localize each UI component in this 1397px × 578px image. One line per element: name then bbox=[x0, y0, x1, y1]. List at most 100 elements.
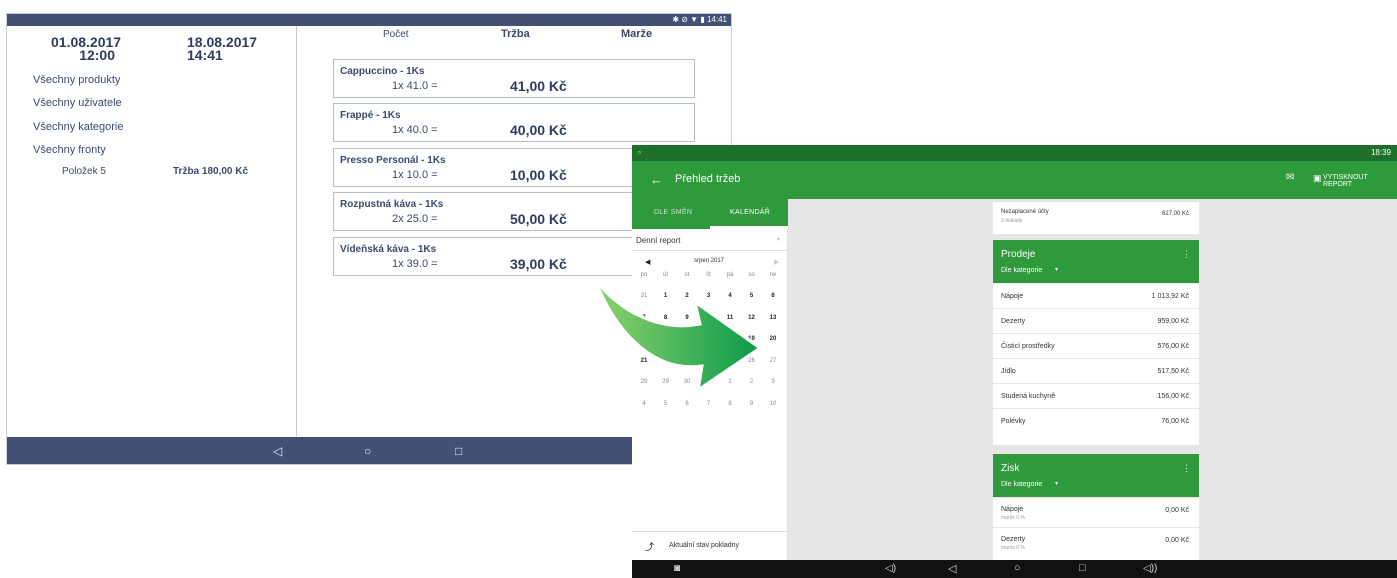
filter-queues[interactable]: Všechny fronty bbox=[33, 144, 106, 156]
print-icon: ▣ bbox=[1313, 173, 1322, 183]
unpaid-value: 627,00 Kč bbox=[1161, 211, 1189, 217]
card-qty: 1x 41.0 = bbox=[392, 80, 438, 92]
report-select[interactable]: Denní report ▾ bbox=[632, 229, 787, 251]
row-value: 0,00 Kč bbox=[1165, 537, 1189, 544]
filter-products[interactable]: Všechny produkty bbox=[33, 74, 120, 86]
unpaid-card[interactable]: Nezaplacené účty 2 doklady 627,00 Kč bbox=[993, 202, 1199, 234]
transition-arrow-icon bbox=[593, 279, 763, 392]
card-price: 10,00 Kč bbox=[510, 167, 567, 183]
back-icon[interactable]: ◁ bbox=[948, 562, 956, 575]
items-count: Položek 5 bbox=[62, 166, 106, 177]
navigation-bar: ◙ ◁) ◁ ○ □ ◁)) bbox=[632, 560, 1397, 578]
date-from-time: 12:00 bbox=[79, 47, 115, 63]
page-title: Přehled tržeb bbox=[675, 173, 741, 185]
home-icon[interactable]: ○ bbox=[1014, 562, 1021, 574]
card-title: Presso Personál - 1Ks bbox=[340, 155, 446, 166]
calendar-day[interactable]: 5 bbox=[656, 401, 676, 407]
profit-header: Zisk Dle kategorie ▾ ⋮ bbox=[993, 454, 1199, 497]
calendar-day[interactable]: 8 bbox=[720, 401, 740, 407]
unpaid-sub: 2 doklady bbox=[1001, 218, 1023, 224]
card-title: Frappé - 1Ks bbox=[340, 110, 401, 121]
row-name: Dezerty bbox=[1001, 318, 1026, 325]
calendar-day[interactable]: 4 bbox=[634, 401, 654, 407]
tab-bar: DLE SMĚN KALENDÁŘ bbox=[632, 199, 788, 229]
next-month-icon[interactable]: ▶ bbox=[774, 258, 779, 266]
more-icon[interactable]: ⋮ bbox=[1182, 249, 1191, 260]
card-qty: 1x 39.0 = bbox=[392, 258, 438, 270]
row-name: Dezerty bbox=[1001, 536, 1026, 543]
product-card[interactable]: Frappé - 1Ks 1x 40.0 = 40,00 Kč bbox=[333, 103, 695, 142]
table-row: Nápoje 1 013,92 Kč bbox=[993, 283, 1199, 308]
table-row: Dezerty 959,00 Kč bbox=[993, 308, 1199, 333]
back-icon[interactable]: ◁ bbox=[273, 444, 282, 458]
row-name: Nápoje bbox=[1001, 506, 1024, 513]
profit-title: Zisk bbox=[1001, 463, 1020, 474]
card-price: 50,00 Kč bbox=[510, 211, 567, 227]
back-arrow-icon[interactable]: ← bbox=[650, 172, 663, 187]
row-name: Čisticí prostředky bbox=[1001, 343, 1055, 350]
tab-shifts[interactable]: DLE SMĚN bbox=[654, 209, 692, 216]
card-qty: 1x 40.0 = bbox=[392, 124, 438, 136]
card-price: 41,00 Kč bbox=[510, 78, 567, 94]
trend-icon: ⤴ bbox=[645, 542, 655, 552]
row-value: 959,00 Kč bbox=[1157, 318, 1189, 325]
chevron-down-icon: ▾ bbox=[1055, 481, 1059, 487]
col-count: Počet bbox=[383, 29, 409, 40]
calendar-day[interactable]: 6 bbox=[677, 401, 697, 407]
card-price: 39,00 Kč bbox=[510, 256, 567, 272]
home-icon[interactable]: ○ bbox=[364, 444, 371, 458]
old-app-screen: ✱ ⊘ ▼ ▮ 14:41 01.08.2017 12:00 18.08.201… bbox=[6, 13, 732, 465]
row-value: 517,50 Kč bbox=[1157, 368, 1189, 375]
product-card[interactable]: Cappuccino - 1Ks 1x 41.0 = 41,00 Kč bbox=[333, 59, 695, 98]
col-revenue: Tržba bbox=[501, 28, 530, 40]
row-value: 1 013,92 Kč bbox=[1151, 293, 1189, 300]
status-bar: ✱ ⊘ ▼ ▮ 14:41 bbox=[7, 14, 731, 26]
volume-up-icon[interactable]: ◁)) bbox=[1143, 563, 1157, 574]
bluetooth-icon: ✱ ⊘ ▼ ▮ bbox=[672, 15, 705, 24]
date-to-time: 14:41 bbox=[187, 47, 223, 63]
mail-icon[interactable]: ✉ bbox=[1286, 172, 1294, 183]
sales-header: Prodeje Dle kategorie ▾ ⋮ bbox=[993, 240, 1199, 283]
print-report-button[interactable]: VYTISKNOUT REPORT bbox=[1323, 174, 1397, 188]
profit-filter[interactable]: Dle kategorie bbox=[1001, 481, 1042, 488]
calendar-day[interactable]: 7 bbox=[699, 401, 719, 407]
table-row: Čisticí prostředky 576,00 Kč bbox=[993, 333, 1199, 358]
unpaid-label: Nezaplacené účty bbox=[1001, 209, 1049, 215]
dropdown-icon: ▾ bbox=[777, 237, 781, 243]
cash-state-item[interactable]: ⤴ Aktuální stav pokladny bbox=[632, 531, 787, 560]
volume-down-icon[interactable]: ◁) bbox=[885, 563, 896, 574]
card-price: 40,00 Kč bbox=[510, 122, 567, 138]
row-name: Nápoje bbox=[1001, 293, 1024, 300]
row-name: Polévky bbox=[1001, 418, 1026, 425]
row-sub: marže 0 % bbox=[1001, 515, 1025, 521]
cash-state-label: Aktuální stav pokladny bbox=[669, 542, 740, 549]
row-value: 0,00 Kč bbox=[1165, 507, 1189, 514]
date-to[interactable]: 18.08.2017 14:41 bbox=[187, 35, 257, 63]
table-row: Polévky 76,00 Kč bbox=[993, 408, 1199, 433]
screenshot-icon[interactable]: ◙ bbox=[674, 563, 680, 574]
col-margin: Marže bbox=[621, 28, 653, 40]
table-row: Nápoje marže 0 % 0,00 Kč bbox=[993, 497, 1199, 527]
calendar-day[interactable]: 9 bbox=[742, 401, 762, 407]
date-from[interactable]: 01.08.2017 12:00 bbox=[51, 35, 121, 63]
sales-filter[interactable]: Dle kategorie bbox=[1001, 267, 1042, 274]
row-sub: marže 0 % bbox=[1001, 545, 1025, 551]
row-name: Studená kuchyně bbox=[1001, 393, 1056, 400]
profit-card: Zisk Dle kategorie ▾ ⋮ Nápoje marže 0 % 0,… bbox=[993, 454, 1199, 560]
recents-icon[interactable]: □ bbox=[1079, 562, 1086, 574]
calendar-day[interactable]: 10 bbox=[763, 401, 783, 407]
table-row: Jídlo 517,50 Kč bbox=[993, 358, 1199, 383]
more-icon[interactable]: ⋮ bbox=[1182, 463, 1191, 474]
tab-calendar[interactable]: KALENDÁŘ bbox=[730, 209, 770, 216]
filter-categories[interactable]: Všechny kategorie bbox=[33, 121, 124, 133]
filter-panel: 01.08.2017 12:00 18.08.2017 14:41 Všechn… bbox=[7, 26, 297, 436]
toolbar: ← Přehled tržeb ✉ ▣ VYTISKNOUT REPORT bbox=[632, 161, 1397, 199]
sales-card: Prodeje Dle kategorie ▾ ⋮ Nápoje 1 013,92… bbox=[993, 240, 1199, 445]
card-title: Vídeňská káva - 1Ks bbox=[340, 244, 437, 255]
sales-title: Prodeje bbox=[1001, 249, 1036, 260]
status-time: 14:41 bbox=[706, 15, 727, 24]
row-value: 576,00 Kč bbox=[1157, 343, 1189, 350]
row-name: Jídlo bbox=[1001, 368, 1016, 375]
recents-icon[interactable]: □ bbox=[455, 444, 462, 458]
filter-users[interactable]: Všechny uživatele bbox=[33, 97, 122, 109]
